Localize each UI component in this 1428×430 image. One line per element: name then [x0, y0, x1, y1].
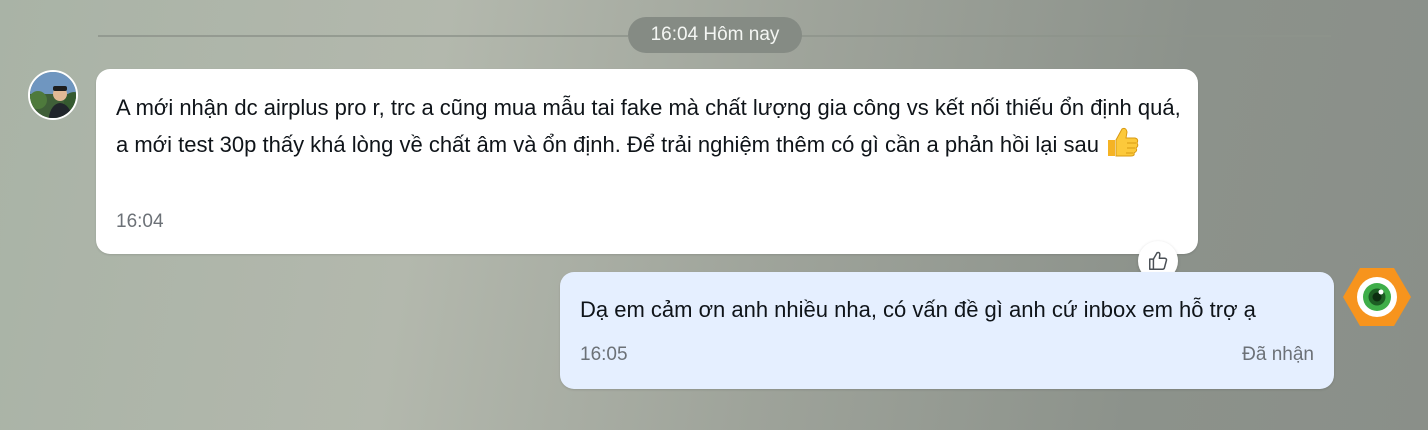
avatar-photo	[30, 72, 76, 118]
incoming-message-text: A mới nhận dc airplus pro r, trc a cũng …	[116, 90, 1181, 169]
delivery-status: Đã nhận	[1242, 344, 1314, 365]
date-divider-line-right	[800, 35, 1331, 37]
incoming-message-bubble[interactable]: A mới nhận dc airplus pro r, trc a cũng …	[96, 69, 1198, 254]
outgoing-message-time: 16:05	[580, 344, 628, 365]
outgoing-message-bubble[interactable]: Dạ em cảm ơn anh nhiều nha, có vấn đề gì…	[560, 272, 1334, 389]
incoming-message-time: 16:04	[116, 211, 164, 232]
thumbs-up-emoji-icon	[1105, 126, 1139, 169]
shop-avatar[interactable]	[1342, 266, 1412, 328]
incoming-message-body: A mới nhận dc airplus pro r, trc a cũng …	[116, 95, 1181, 157]
outgoing-message-text: Dạ em cảm ơn anh nhiều nha, có vấn đề gì…	[580, 297, 1256, 322]
contact-avatar[interactable]	[28, 70, 78, 120]
camera-brand-icon	[1343, 268, 1411, 326]
thumbs-up-outline-icon	[1149, 251, 1168, 270]
date-divider-line-left	[98, 35, 628, 37]
date-divider: 16:04 Hôm nay	[628, 17, 802, 53]
